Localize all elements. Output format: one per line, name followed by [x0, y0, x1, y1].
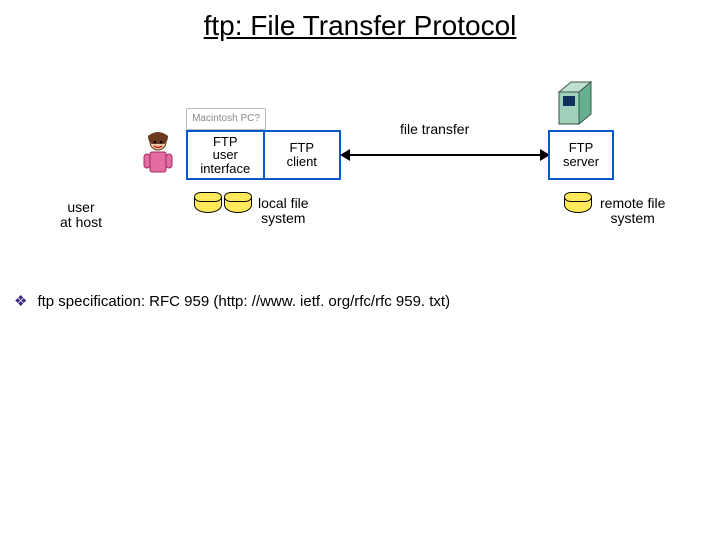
file-transfer-arrow [342, 154, 548, 156]
label-user-at-host: user at host [60, 200, 102, 231]
local-db-icon-left [194, 192, 222, 214]
label-local-fs: local file system [258, 196, 309, 227]
host-computer-icon-label: Macintosh PC? [186, 108, 266, 130]
remote-db-icon [564, 192, 592, 214]
user-person-icon [138, 132, 178, 178]
label-remote-fs: remote file system [600, 196, 665, 227]
ftp-server-box: FTP server [548, 130, 614, 180]
page-title: ftp: File Transfer Protocol [0, 10, 720, 42]
label-file-transfer: file transfer [400, 122, 469, 137]
bullet-rfc-spec: ftp specification: RFC 959 (http: //www.… [14, 292, 450, 310]
ftp-user-interface-cell: FTP user interface [188, 132, 263, 178]
ftp-client-cell: FTP client [263, 132, 340, 178]
local-db-icon-right [224, 192, 252, 214]
ftp-diagram: user at host Macintosh PC? FTP user inte… [0, 60, 720, 280]
client-box: FTP user interface FTP client [186, 130, 341, 180]
server-tower-icon [555, 80, 595, 128]
